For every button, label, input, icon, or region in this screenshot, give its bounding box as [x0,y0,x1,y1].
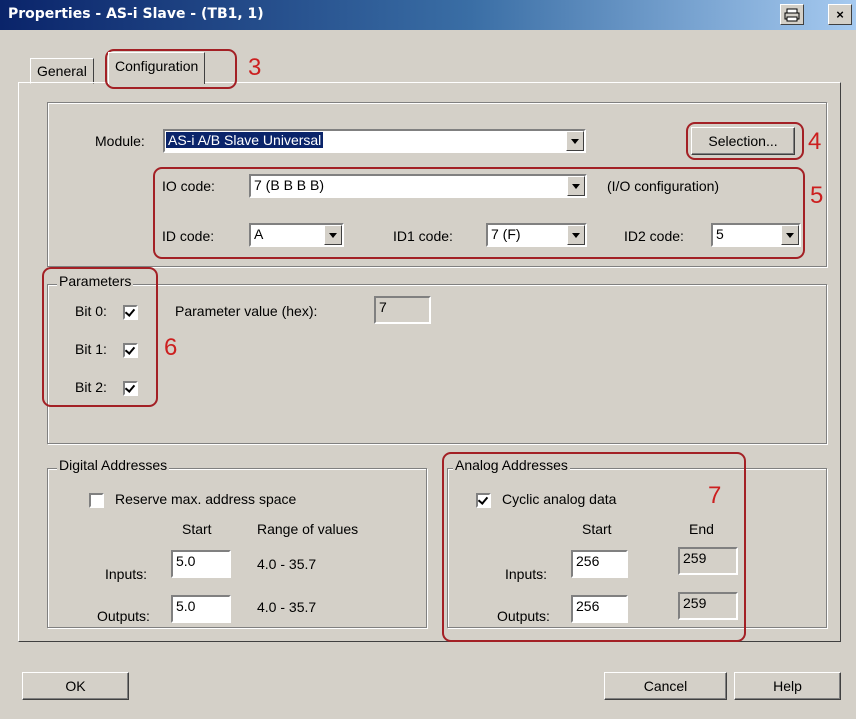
close-button[interactable]: × [828,4,852,25]
digital-addresses-legend: Digital Addresses [57,457,170,473]
callout-analog-addresses [442,452,746,642]
digital-inputs-start-field[interactable]: 5.0 [171,550,231,578]
range-of-values-header: Range of values [257,521,359,537]
cancel-button[interactable]: Cancel [604,672,727,700]
tab-general[interactable]: General [30,58,94,84]
digital-outputs-start-field[interactable]: 5.0 [171,595,231,623]
module-label: Module: [95,133,145,149]
printer-icon[interactable] [780,4,804,25]
close-icon: × [836,7,844,22]
reserve-max-address-checkbox[interactable] [89,493,104,508]
chevron-down-icon[interactable] [566,131,584,151]
title-bar: Properties - AS-i Slave - (TB1, 1) × [0,0,856,30]
window-title: Properties - AS-i Slave - (TB1, 1) [8,6,264,22]
reserve-max-address-label: Reserve max. address space [115,491,297,507]
module-value: AS-i A/B Slave Universal [166,132,324,148]
module-select[interactable]: AS-i A/B Slave Universal [163,129,586,153]
tab-configuration-label: Configuration [115,58,199,74]
digital-start-header: Start [182,521,212,537]
callout-parameter-bits [42,267,158,407]
callout-number-6: 6 [164,334,178,361]
tab-general-label: General [37,63,87,79]
callout-codes [153,167,805,259]
digital-inputs-range: 4.0 - 35.7 [257,556,317,572]
properties-dialog: Properties - AS-i Slave - (TB1, 1) × Gen… [0,0,856,719]
digital-outputs-label: Outputs: [97,608,150,624]
help-button[interactable]: Help [734,672,841,700]
callout-number-3: 3 [248,54,262,81]
tab-configuration[interactable]: Configuration [108,52,206,84]
parameter-value-field: 7 [374,296,431,324]
parameters-group [47,284,827,444]
callout-number-4: 4 [808,128,822,155]
digital-outputs-range: 4.0 - 35.7 [257,599,317,615]
ok-button[interactable]: OK [22,672,129,700]
digital-inputs-label: Inputs: [105,566,148,582]
callout-number-7: 7 [708,482,722,509]
callout-number-5: 5 [810,182,824,209]
parameter-value-label: Parameter value (hex): [175,303,318,319]
callout-selection-button [686,122,804,160]
